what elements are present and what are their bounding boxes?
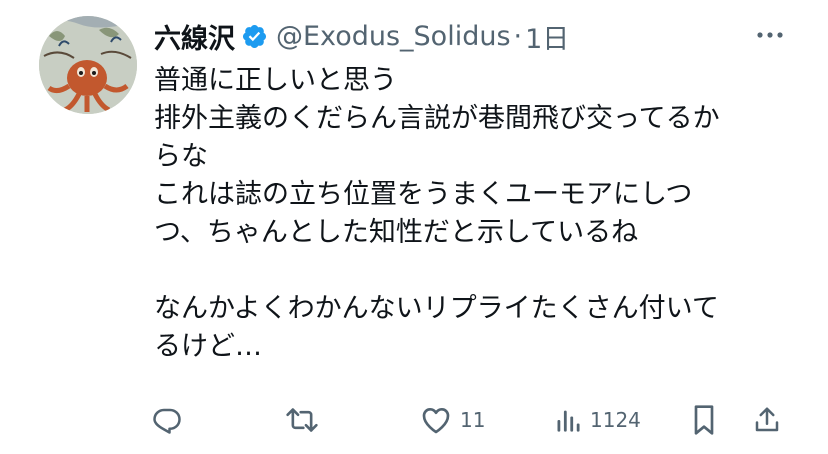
tweet-header: 六線沢 @Exodus_Solidus · 1日 [154,16,569,56]
tweet-text-line: るけど… [154,331,262,362]
like-button[interactable]: 11 [420,398,485,442]
tweet[interactable]: 六線沢 @Exodus_Solidus · 1日 普通に正しいと思う 排外主義の… [0,0,828,454]
more-horizontal-icon [757,32,783,38]
more-button[interactable] [752,20,788,50]
tweet-text-line: らな [154,141,208,172]
view-count: 1124 [590,408,641,432]
views-button[interactable]: 1124 [554,398,641,442]
bookmark-button[interactable] [690,398,718,442]
timestamp[interactable]: 1日 [525,17,569,56]
tweet-text-line: 普通に正しいと思う [154,65,397,96]
share-button[interactable] [752,398,782,442]
retweet-button[interactable] [285,398,319,442]
display-name[interactable]: 六線沢 [154,17,235,56]
avatar[interactable] [39,16,137,114]
tweet-text: 普通に正しいと思う 排外主義のくだらん言説が巷間飛び交ってるか らな これは誌の… [154,62,804,366]
reply-icon [153,408,181,434]
tweet-text-line: これは誌の立ち位置をうまくユーモアにしつ [154,179,693,210]
tweet-text-line: なんかよくわかんないリプライたくさん付いて [154,293,719,324]
heart-icon [422,408,450,434]
verified-badge-icon [241,23,268,50]
retweet-icon [286,408,318,432]
share-icon [755,407,779,432]
bookmark-icon [694,405,714,435]
user-handle[interactable]: @Exodus_Solidus [276,21,511,52]
analytics-icon [557,410,580,432]
reply-button[interactable] [152,398,182,442]
avatar-image [39,16,137,114]
separator-dot: · [513,20,523,52]
tweet-text-line: 排外主義のくだらん言説が巷間飛び交ってるか [154,103,720,134]
like-count: 11 [460,408,486,432]
tweet-text-line [154,252,804,290]
action-bar: 11 1124 [0,398,828,442]
tweet-text-line: つ、ちゃんとした知性だと示しているね [154,217,639,248]
